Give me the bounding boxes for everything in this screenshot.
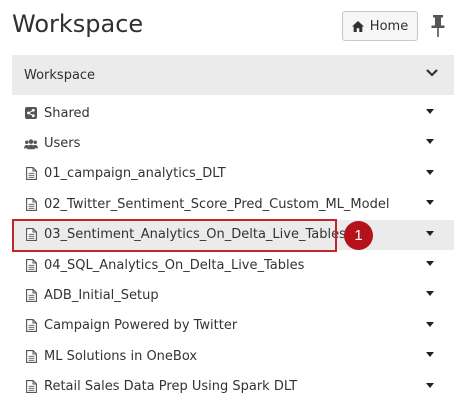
list-item-notebook[interactable]: Retail Sales Data Prep Using Spark DLT (12, 372, 454, 402)
list-item-notebook[interactable]: 01_campaign_analytics_DLT (12, 159, 454, 189)
notebook-icon (24, 228, 38, 242)
item-menu-caret-icon[interactable] (426, 139, 434, 145)
workspace-item-list: Shared Users 01_campaign_analytics_DLT 0… (12, 98, 454, 402)
item-menu-caret-icon[interactable] (426, 382, 434, 388)
list-item-notebook[interactable]: 04_SQL_Analytics_On_Delta_Live_Tables (12, 250, 454, 280)
item-label: 03_Sentiment_Analytics_On_Delta_Live_Tab… (44, 227, 346, 243)
item-label: ML Solutions in OneBox (44, 348, 198, 364)
users-icon (24, 137, 38, 151)
item-label: Users (44, 136, 81, 152)
list-item-notebook[interactable]: ML Solutions in OneBox (12, 341, 454, 371)
notebook-icon (24, 380, 38, 394)
step-callout-badge: 1 (344, 221, 373, 250)
notebook-icon (24, 258, 38, 272)
notebook-icon (24, 197, 38, 211)
item-label: Retail Sales Data Prep Using Spark DLT (44, 379, 298, 395)
notebook-icon (24, 167, 38, 181)
list-item-notebook[interactable]: 02_Twitter_Sentiment_Score_Pred_Custom_M… (12, 189, 454, 219)
list-item-notebook-selected[interactable]: 03_Sentiment_Analytics_On_Delta_Live_Tab… (12, 219, 454, 250)
item-menu-caret-icon[interactable] (426, 321, 434, 327)
chevron-down-icon (426, 69, 438, 77)
home-icon (351, 20, 364, 32)
list-item-notebook[interactable]: Campaign Powered by Twitter (12, 311, 454, 341)
item-label: 04_SQL_Analytics_On_Delta_Live_Tables (44, 257, 305, 273)
notebook-icon (24, 319, 38, 333)
list-item-shared[interactable]: Shared (12, 98, 454, 128)
item-menu-caret-icon[interactable] (426, 230, 434, 236)
item-menu-caret-icon[interactable] (426, 260, 434, 266)
workspace-section-header[interactable]: Workspace (12, 55, 454, 95)
item-menu-caret-icon[interactable] (426, 109, 434, 114)
item-label: 01_campaign_analytics_DLT (44, 166, 226, 182)
item-menu-caret-icon[interactable] (426, 169, 434, 175)
item-menu-caret-icon[interactable] (426, 291, 434, 297)
home-button-label: Home (369, 18, 409, 34)
home-button[interactable]: Home (342, 11, 418, 41)
section-title: Workspace (24, 67, 96, 83)
item-menu-caret-icon[interactable] (426, 352, 434, 358)
item-label: ADB_Initial_Setup (44, 288, 159, 304)
list-item-notebook[interactable]: ADB_Initial_Setup (12, 280, 454, 310)
notebook-icon (24, 289, 38, 303)
item-label: 02_Twitter_Sentiment_Score_Pred_Custom_M… (44, 196, 390, 212)
shared-icon (24, 106, 38, 120)
list-item-users[interactable]: Users (12, 128, 454, 158)
pin-icon[interactable] (430, 14, 446, 38)
item-label: Campaign Powered by Twitter (44, 318, 238, 334)
item-menu-caret-icon[interactable] (426, 200, 434, 206)
page-title: Workspace (12, 10, 144, 38)
item-label: Shared (44, 105, 90, 121)
notebook-icon (24, 349, 38, 363)
